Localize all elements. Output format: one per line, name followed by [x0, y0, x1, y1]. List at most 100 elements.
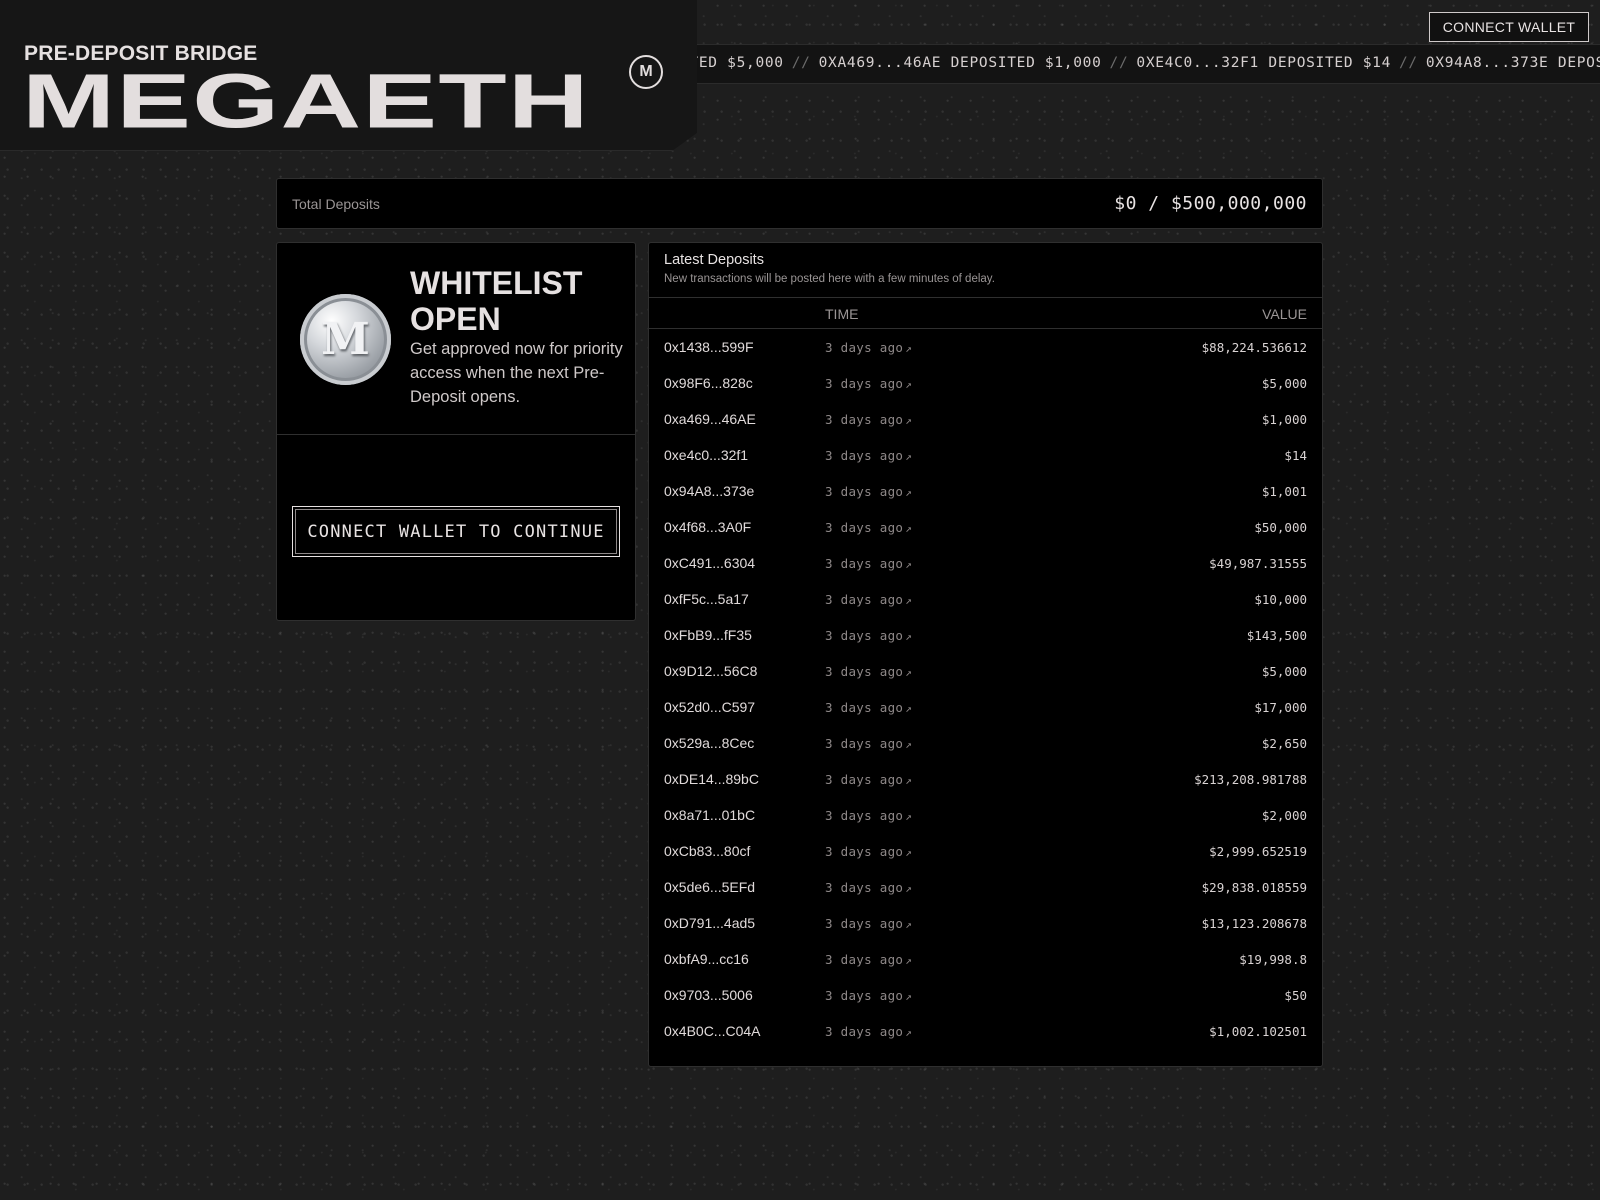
deposit-time-link[interactable]: 3 days ago ↗ — [825, 808, 912, 823]
connect-wallet-to-continue-button[interactable]: CONNECT WALLET TO CONTINUE — [292, 506, 620, 557]
deposit-time-link[interactable]: 3 days ago ↗ — [825, 880, 912, 895]
deposit-address: 0x52d0...C597 — [664, 699, 756, 715]
total-deposits-label: Total Deposits — [292, 196, 380, 212]
table-row: 0xa469...46AE 3 days ago ↗ $1,000 — [649, 411, 1322, 447]
table-row: 0x1438...599F 3 days ago ↗ $88,224.536612 — [649, 339, 1322, 375]
external-link-icon: ↗ — [905, 918, 913, 931]
deposit-time-link[interactable]: 3 days ago ↗ — [825, 484, 912, 499]
deposit-time: 3 days ago — [825, 880, 904, 895]
deposit-time-link[interactable]: 3 days ago ↗ — [825, 556, 912, 571]
deposit-value: $2,999.652519 — [1209, 844, 1307, 859]
deposit-time-link[interactable]: 3 days ago ↗ — [825, 772, 912, 787]
table-row: 0xFbB9...fF35 3 days ago ↗ $143,500 — [649, 627, 1322, 663]
table-row: 0x9D12...56C8 3 days ago ↗ $5,000 — [649, 663, 1322, 699]
external-link-icon: ↗ — [905, 414, 913, 427]
table-row: 0xC491...6304 3 days ago ↗ $49,987.31555 — [649, 555, 1322, 591]
ticker-item: 0XA469...46AE DEPOSITED $1,000 — [818, 55, 1102, 71]
deposit-time: 3 days ago — [825, 556, 904, 571]
external-link-icon: ↗ — [905, 594, 913, 607]
ticker-item: 0X94A8...373E DEPOSITED $1, — [1425, 55, 1600, 71]
deposit-value: $2,000 — [1261, 808, 1307, 823]
deposit-value: $1,002.102501 — [1209, 1024, 1307, 1039]
deposit-time: 3 days ago — [825, 448, 904, 463]
deposit-time-link[interactable]: 3 days ago ↗ — [825, 340, 912, 355]
total-deposits-value: $0 / $500,000,000 — [1114, 193, 1307, 214]
deposit-time-link[interactable]: 3 days ago ↗ — [825, 628, 912, 643]
whitelist-description: Get approved now for priority access whe… — [410, 340, 623, 406]
whitelist-card: M WHITELIST OPEN Get approved now for pr… — [276, 242, 636, 621]
deposit-value: $13,123.208678 — [1201, 916, 1307, 931]
deposit-time: 3 days ago — [825, 808, 904, 823]
deposit-time: 3 days ago — [825, 340, 904, 355]
deposit-address: 0xFbB9...fF35 — [664, 627, 752, 643]
deposit-address: 0x1438...599F — [664, 339, 754, 355]
external-link-icon: ↗ — [905, 666, 913, 679]
deposit-time-link[interactable]: 3 days ago ↗ — [825, 844, 912, 859]
deposit-time: 3 days ago — [825, 592, 904, 607]
deposit-address: 0xD791...4ad5 — [664, 915, 756, 931]
deposit-time-link[interactable]: 3 days ago ↗ — [825, 520, 912, 535]
deposit-address: 0x9703...5006 — [664, 987, 753, 1003]
deposit-time-link[interactable]: 3 days ago ↗ — [825, 376, 912, 391]
deposit-time: 3 days ago — [825, 628, 904, 643]
table-row: 0xbfA9...cc16 3 days ago ↗ $19,998.8 — [649, 951, 1322, 987]
ticker-separator: // — [1399, 55, 1418, 71]
deposit-address: 0xa469...46AE — [664, 411, 756, 427]
table-row: 0x98F6...828c 3 days ago ↗ $5,000 — [649, 375, 1322, 411]
table-row: 0xD791...4ad5 3 days ago ↗ $13,123.208678 — [649, 915, 1322, 951]
deposit-time: 3 days ago — [825, 736, 904, 751]
brand-header: PRE-DEPOSIT BRIDGE MEGAETH M — [0, 0, 697, 151]
deposit-time: 3 days ago — [825, 376, 904, 391]
deposits-table-body: 0x1438...599F 3 days ago ↗ $88,224.536612 0x… — [649, 339, 1322, 1059]
deposit-time-link[interactable]: 3 days ago ↗ — [825, 916, 912, 931]
deposit-time: 3 days ago — [825, 952, 904, 967]
connect-wallet-button[interactable]: CONNECT WALLET — [1429, 12, 1589, 42]
deposit-value: $17,000 — [1254, 700, 1307, 715]
column-header-value: VALUE — [1262, 306, 1307, 322]
deposit-address: 0xfF5c...5a17 — [664, 591, 749, 607]
external-link-icon: ↗ — [905, 774, 913, 787]
table-row: 0x4B0C...C04A 3 days ago ↗ $1,002.102501 — [649, 1023, 1322, 1059]
external-link-icon: ↗ — [905, 882, 913, 895]
ticker-track: ITED $5,000 // 0XA469...46AE DEPOSITED $1,… — [697, 55, 1600, 71]
deposit-time-link[interactable]: 3 days ago ↗ — [825, 664, 912, 679]
deposit-time-link[interactable]: 3 days ago ↗ — [825, 952, 912, 967]
column-header-time: TIME — [825, 306, 859, 322]
deposit-time-link[interactable]: 3 days ago ↗ — [825, 700, 912, 715]
total-deposits-bar: Total Deposits $0 / $500,000,000 — [276, 178, 1323, 229]
table-row: 0x529a...8Cec 3 days ago ↗ $2,650 — [649, 735, 1322, 771]
external-link-icon: ↗ — [905, 630, 913, 643]
deposit-address: 0xC491...6304 — [664, 555, 756, 571]
deposit-time: 3 days ago — [825, 1024, 904, 1039]
table-row: 0xfF5c...5a17 3 days ago ↗ $10,000 — [649, 591, 1322, 627]
external-link-icon: ↗ — [905, 954, 913, 967]
deposit-value: $213,208.981788 — [1194, 772, 1307, 787]
table-row: 0x4f68...3A0F 3 days ago ↗ $50,000 — [649, 519, 1322, 555]
deposit-time-link[interactable]: 3 days ago ↗ — [825, 736, 912, 751]
table-row: 0xCb83...80cf 3 days ago ↗ $2,999.652519 — [649, 843, 1322, 879]
deposit-address: 0xe4c0...32f1 — [664, 447, 749, 463]
deposit-value: $88,224.536612 — [1201, 340, 1307, 355]
table-row: 0x52d0...C597 3 days ago ↗ $17,000 — [649, 699, 1322, 735]
deposit-value: $14 — [1284, 448, 1307, 463]
deposit-time-link[interactable]: 3 days ago ↗ — [825, 592, 912, 607]
deposit-address: 0x98F6...828c — [664, 375, 753, 391]
external-link-icon: ↗ — [905, 738, 913, 751]
deposit-time: 3 days ago — [825, 520, 904, 535]
deposit-time: 3 days ago — [825, 412, 904, 427]
table-row: 0x5de6...5EFd 3 days ago ↗ $29,838.018559 — [649, 879, 1322, 915]
deposit-time-link[interactable]: 3 days ago ↗ — [825, 988, 912, 1003]
deposit-address: 0x9D12...56C8 — [664, 663, 758, 679]
deposit-time-link[interactable]: 3 days ago ↗ — [825, 1024, 912, 1039]
deposit-time: 3 days ago — [825, 484, 904, 499]
coin-letter: M — [321, 314, 370, 365]
deposit-time-link[interactable]: 3 days ago ↗ — [825, 448, 912, 463]
latest-deposits-panel: Latest Deposits New transactions will be… — [648, 242, 1323, 1067]
deposit-value: $5,000 — [1261, 376, 1307, 391]
deposit-time-link[interactable]: 3 days ago ↗ — [825, 412, 912, 427]
table-row: 0x94A8...373e 3 days ago ↗ $1,001 — [649, 483, 1322, 519]
deposit-address: 0xCb83...80cf — [664, 843, 751, 859]
deposit-value: $29,838.018559 — [1201, 880, 1307, 895]
table-row: 0xe4c0...32f1 3 days ago ↗ $14 — [649, 447, 1322, 483]
megaeth-coin-icon: M — [300, 294, 391, 385]
